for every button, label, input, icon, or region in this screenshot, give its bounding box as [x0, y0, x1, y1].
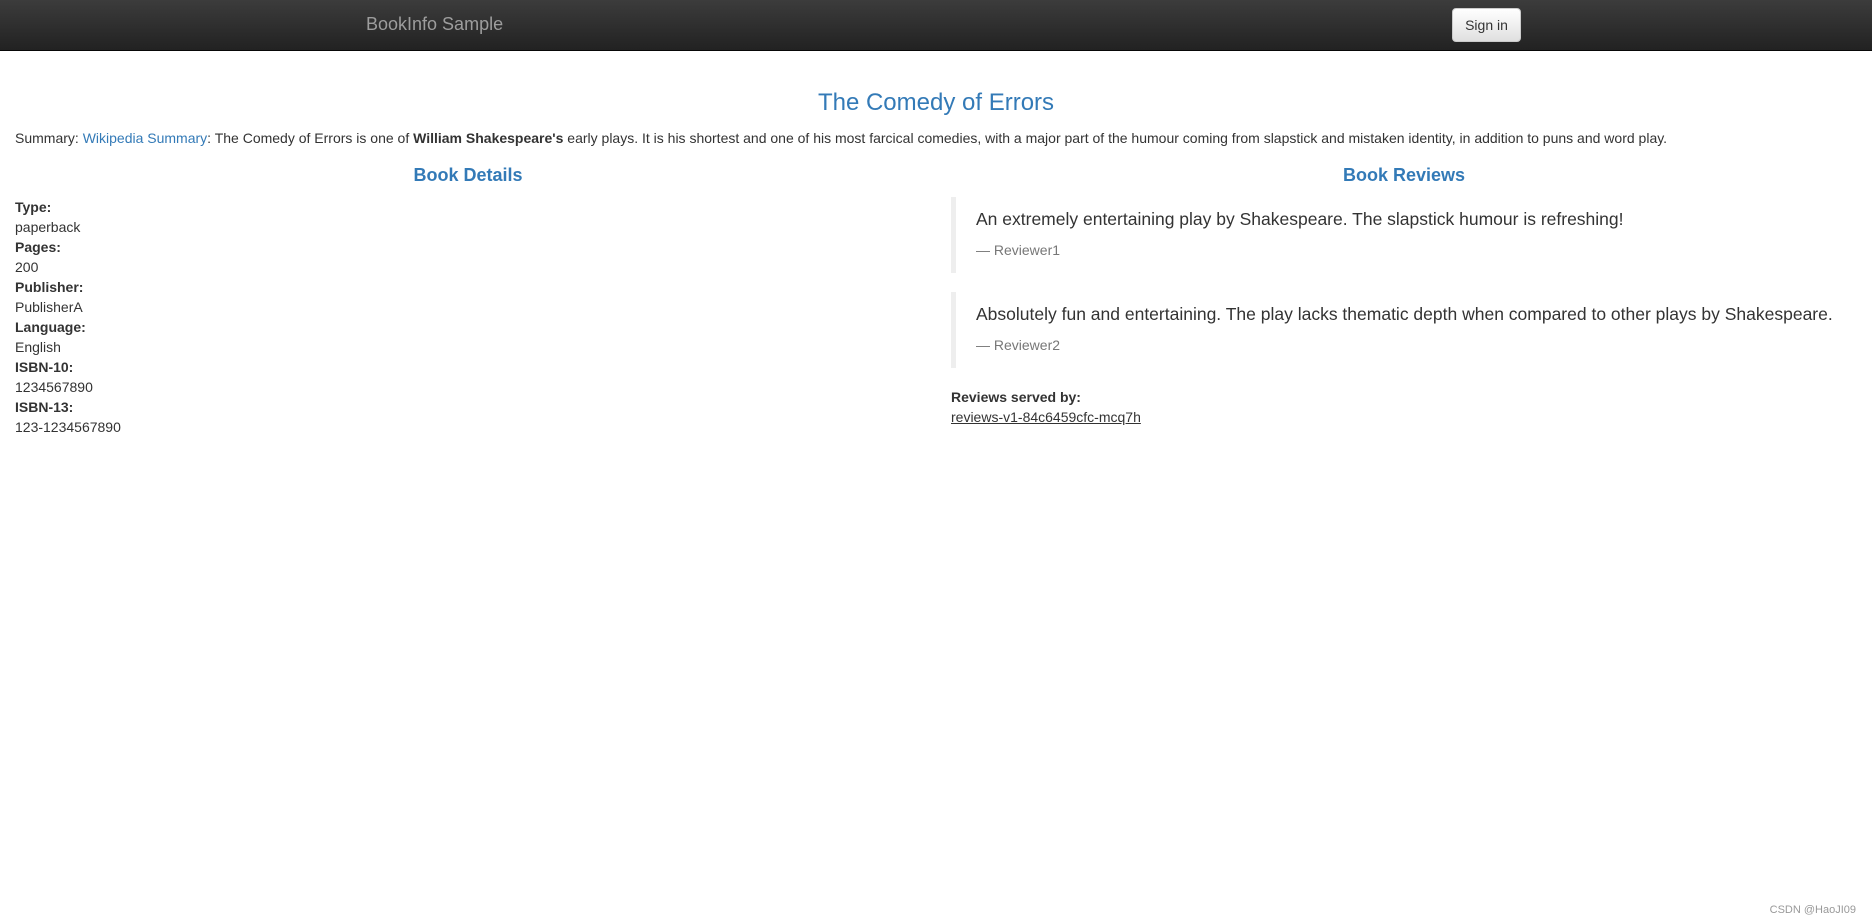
review-1: An extremely entertaining play by Shakes…	[951, 197, 1851, 273]
isbn10-value: 1234567890	[15, 379, 93, 395]
review-2: Absolutely fun and entertaining. The pla…	[951, 292, 1851, 368]
isbn13-value: 123-1234567890	[15, 419, 121, 435]
isbn10-label: ISBN-10:	[15, 359, 74, 375]
book-title: The Comedy of Errors	[817, 89, 1055, 116]
served-by-link[interactable]: reviews-v1-84c6459cfc-mcq7h	[951, 409, 1141, 425]
review-2-text: Absolutely fun and entertaining. The pla…	[976, 304, 1833, 324]
publisher-label: Publisher:	[15, 279, 84, 295]
pages-label: Pages:	[15, 239, 61, 255]
summary-text-1: : The Comedy of Errors is one of	[207, 130, 414, 146]
navbar: BookInfo Sample Sign in	[0, 0, 1872, 51]
wikipedia-summary-link[interactable]: Wikipedia Summary	[83, 130, 207, 146]
sign-in-button[interactable]: Sign in	[1452, 8, 1521, 42]
brand-title[interactable]: BookInfo Sample	[366, 14, 503, 34]
watermark: CSDN @HaoJI09	[1769, 904, 1856, 916]
served-by-label: Reviews served by:	[951, 389, 1081, 405]
publisher-value: PublisherA	[15, 299, 83, 315]
pages-value: 200	[15, 259, 39, 275]
language-value: English	[15, 339, 61, 355]
summary-label: Summary:	[15, 130, 79, 146]
review-1-text: An extremely entertaining play by Shakes…	[976, 209, 1624, 229]
isbn13-label: ISBN-13:	[15, 399, 74, 415]
book-summary: Summary: Wikipedia Summary: The Comedy o…	[15, 128, 1865, 148]
review-2-reviewer: — Reviewer2	[976, 337, 1061, 353]
type-label: Type:	[15, 199, 52, 215]
book-reviews-heading: Book Reviews	[1342, 165, 1466, 185]
language-label: Language:	[15, 319, 86, 335]
book-details-heading: Book Details	[413, 165, 523, 185]
reviews-served-by: Reviews served by: reviews-v1-84c6459cfc…	[951, 387, 1141, 427]
review-1-reviewer: — Reviewer1	[976, 242, 1061, 258]
summary-author: William Shakespeare's	[413, 130, 564, 146]
book-details-list: Type: paperback Pages: 200 Publisher: Pu…	[15, 197, 415, 437]
type-value: paperback	[15, 219, 81, 235]
summary-text-2: early plays. It is his shortest and one …	[563, 130, 1668, 146]
